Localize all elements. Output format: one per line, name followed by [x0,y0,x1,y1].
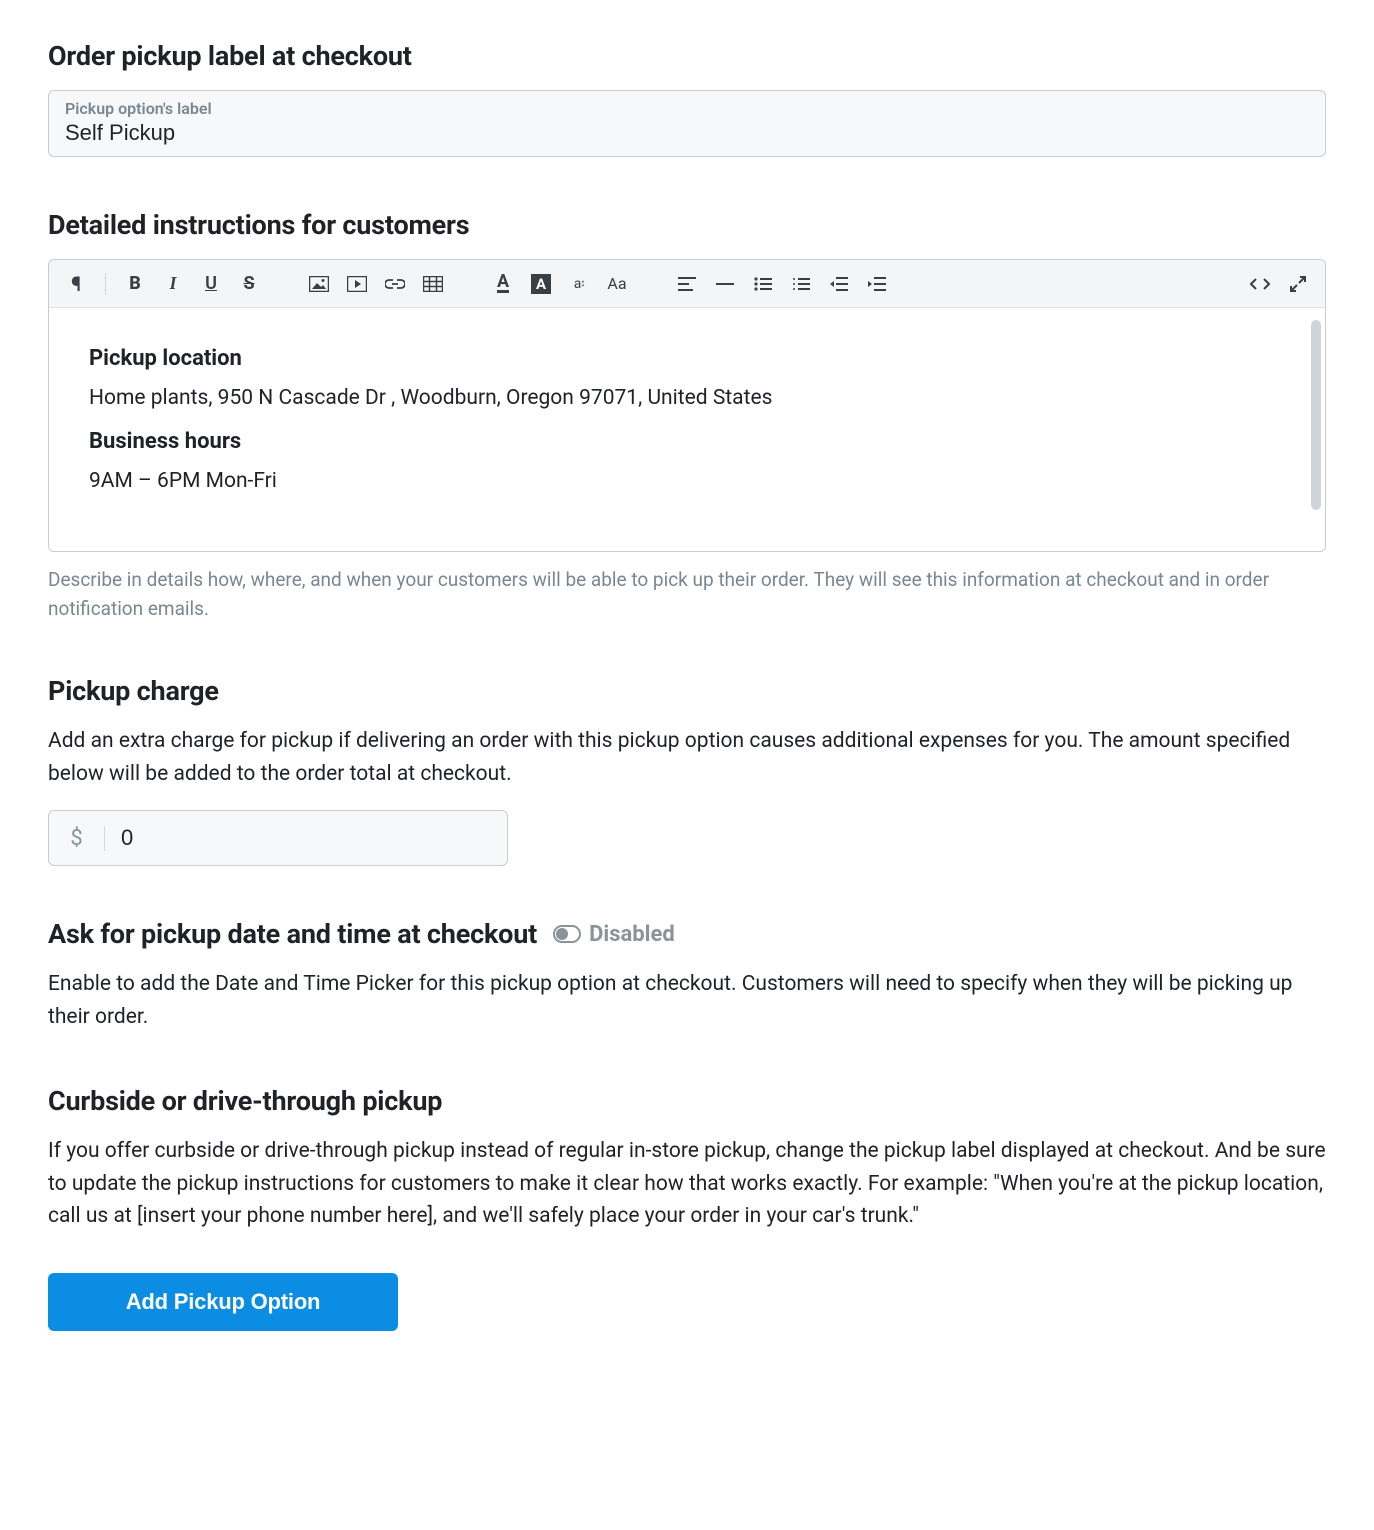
code-view-icon[interactable] [1243,267,1277,301]
indent-icon[interactable] [860,267,894,301]
pickup-datetime-desc: Enable to add the Date and Time Picker f… [48,968,1326,1033]
video-icon[interactable] [340,267,374,301]
content-heading-location: Pickup location [89,346,1285,371]
pickup-label-floating-label: Pickup option's label [65,99,1309,118]
toolbar-separator [105,273,106,295]
rte-content-area[interactable]: Pickup location Home plants, 950 N Casca… [49,308,1325,551]
content-text-hours: 9AM – 6PM Mon-Fri [89,466,1285,498]
strikethrough-icon[interactable]: S [232,267,266,301]
font-size-icon[interactable]: a↕ [562,267,596,301]
section-pickup-charge: Pickup charge Add an extra charge for pi… [48,675,1326,866]
pickup-charge-input[interactable] [105,825,507,851]
section-pickup-label: Order pickup label at checkout Pickup op… [48,40,1326,157]
add-pickup-option-button[interactable]: Add Pickup Option [48,1273,398,1331]
pickup-charge-field[interactable]: $ [48,810,508,866]
rte-toolbar: ¶ B I U S A A a↕ Aa [49,260,1325,308]
letter-case-icon[interactable]: Aa [600,267,634,301]
curbside-desc: If you offer curbside or drive-through p… [48,1135,1326,1233]
outdent-icon[interactable] [822,267,856,301]
table-icon[interactable] [416,267,450,301]
heading-curbside: Curbside or drive-through pickup [48,1085,1326,1117]
background-color-icon[interactable]: A [524,267,558,301]
underline-icon[interactable]: U [194,267,228,301]
ordered-list-icon[interactable] [784,267,818,301]
heading-pickup-label: Order pickup label at checkout [48,40,1326,72]
text-color-icon[interactable]: A [486,267,520,301]
image-icon[interactable] [302,267,336,301]
heading-instructions: Detailed instructions for customers [48,209,1326,241]
scrollbar-thumb[interactable] [1311,320,1321,510]
section-curbside: Curbside or drive-through pickup If you … [48,1085,1326,1233]
section-instructions: Detailed instructions for customers ¶ B … [48,209,1326,623]
toggle-off-icon [553,925,581,943]
bold-icon[interactable]: B [118,267,152,301]
horizontal-rule-icon[interactable] [708,267,742,301]
heading-pickup-charge: Pickup charge [48,675,1326,707]
section-pickup-datetime: Ask for pickup date and time at checkout… [48,918,1326,1033]
datetime-toggle-label: Disabled [589,922,675,947]
pilcrow-icon[interactable]: ¶ [59,267,93,301]
rich-text-editor: ¶ B I U S A A a↕ Aa [48,259,1326,552]
datetime-toggle[interactable]: Disabled [553,922,675,947]
align-left-icon[interactable] [670,267,704,301]
currency-symbol: $ [49,826,105,851]
unordered-list-icon[interactable] [746,267,780,301]
pickup-label-field-wrap[interactable]: Pickup option's label [48,90,1326,157]
link-icon[interactable] [378,267,412,301]
fullscreen-icon[interactable] [1281,267,1315,301]
italic-icon[interactable]: I [156,267,190,301]
content-text-location: Home plants, 950 N Cascade Dr , Woodburn… [89,383,1285,415]
pickup-charge-desc: Add an extra charge for pickup if delive… [48,725,1326,790]
heading-pickup-datetime: Ask for pickup date and time at checkout [48,918,537,950]
instructions-helper-text: Describe in details how, where, and when… [48,566,1326,623]
content-heading-hours: Business hours [89,429,1285,454]
pickup-label-input[interactable] [65,120,1309,146]
